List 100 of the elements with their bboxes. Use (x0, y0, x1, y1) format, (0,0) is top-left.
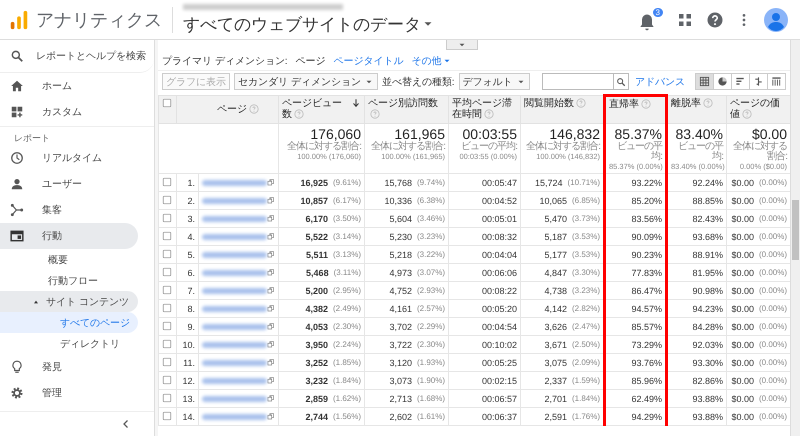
search-button[interactable] (613, 74, 628, 89)
help-icon[interactable] (706, 10, 724, 28)
open-external-icon[interactable] (267, 268, 275, 277)
nav-item[interactable]: 発見 (0, 354, 138, 380)
metric-value: 00:05:47 (482, 178, 517, 188)
nav-subitem[interactable]: すべてのページ (0, 312, 138, 333)
scrollbar[interactable] (790, 40, 800, 436)
metric-value: $0.00 (731, 214, 754, 224)
column-header[interactable]: ページの価値 (726, 96, 790, 124)
column-header[interactable]: ページ (176, 96, 278, 124)
row-checkbox-icon[interactable] (162, 356, 172, 366)
nav-item[interactable]: 集客 (0, 197, 138, 223)
column-header[interactable]: 閲覧開始数 (520, 96, 604, 124)
metric-value: 10,065 (539, 196, 567, 206)
row-number: 1. (176, 174, 198, 192)
nav-item[interactable]: カスタム (0, 99, 138, 125)
metric-share: (3.50%) (332, 214, 361, 223)
open-external-icon[interactable] (267, 322, 275, 331)
open-external-icon[interactable] (267, 304, 275, 313)
metric-value: 5,230 (389, 232, 412, 242)
nav-subitem[interactable]: ディレクトリ (0, 333, 138, 354)
metric-share: (3.22%) (416, 250, 445, 259)
row-checkbox-icon[interactable] (162, 266, 172, 276)
lightbulb-icon (10, 360, 24, 374)
row-checkbox-icon[interactable] (162, 302, 172, 312)
nav-subgroup[interactable]: サイト コンテンツ (0, 291, 138, 312)
column-header[interactable]: 離脱率 (666, 96, 726, 124)
metric-share: (3.46%) (416, 214, 445, 223)
nav-subitem[interactable]: 概要 (0, 249, 138, 270)
metric-share: (1.68%) (416, 394, 445, 403)
help-icon (484, 109, 494, 120)
open-external-icon[interactable] (267, 250, 275, 259)
avatar-icon[interactable] (764, 8, 788, 32)
dimension-option[interactable]: その他 (412, 54, 452, 68)
table-search-field[interactable] (542, 73, 629, 90)
open-external-icon[interactable] (267, 196, 275, 205)
open-external-icon[interactable] (267, 412, 275, 421)
open-external-icon[interactable] (267, 286, 275, 295)
metric-share: (0.00%) (758, 412, 787, 421)
column-header[interactable]: ページ別訪問数 (364, 96, 448, 124)
nav-item[interactable]: 行動 (0, 223, 138, 249)
sort-type-dropdown[interactable]: デフォルト (458, 73, 530, 90)
metric-share: (0.00%) (758, 268, 787, 277)
row-checkbox-icon[interactable] (162, 230, 172, 240)
metric-share: (2.93%) (416, 286, 445, 295)
open-external-icon[interactable] (267, 214, 275, 223)
dimension-option[interactable]: ページタイトル (334, 54, 404, 68)
row-number: 12. (176, 372, 198, 390)
open-external-icon[interactable] (267, 394, 275, 403)
metric-share: (9.74%) (416, 178, 445, 187)
open-external-icon[interactable] (267, 178, 275, 187)
dimension-option[interactable]: ページ (296, 54, 326, 68)
metric-value: 2,591 (544, 412, 567, 422)
metric-value: 4,053 (305, 322, 328, 332)
advanced-link[interactable]: アドバンス (635, 74, 685, 88)
metric-value: 10,336 (384, 196, 412, 206)
notifications-button[interactable]: 3 (637, 7, 664, 32)
row-checkbox-icon[interactable] (162, 176, 172, 186)
metric-value: 93.30% (692, 358, 723, 368)
row-number: 3. (176, 210, 198, 228)
nav-subitem[interactable]: 行動フロー (0, 270, 138, 291)
metric-value: 88.85% (692, 196, 723, 206)
row-checkbox-icon[interactable] (162, 338, 172, 348)
open-external-icon[interactable] (267, 340, 275, 349)
view-toggle-button[interactable] (696, 74, 713, 89)
nav-item[interactable]: 管理 (0, 380, 138, 406)
row-checkbox-icon[interactable] (162, 194, 172, 204)
nav-item[interactable]: ホーム (0, 73, 138, 99)
nav-item[interactable]: リアルタイム (0, 145, 138, 171)
column-header[interactable]: 直帰率 (604, 96, 666, 124)
row-checkbox-icon[interactable] (162, 248, 172, 258)
metric-value: 84.28% (692, 322, 723, 332)
collapse-chart-toggle[interactable] (446, 40, 478, 50)
checkbox-icon[interactable] (162, 98, 172, 108)
property-selector[interactable]: すべてのウェブサイトのデータ (183, 12, 435, 36)
nav-item[interactable]: ユーザー (0, 171, 138, 197)
row-checkbox-icon[interactable] (162, 212, 172, 222)
row-checkbox-icon[interactable] (162, 320, 172, 330)
metric-value: 90.23% (631, 250, 662, 260)
person-icon (10, 177, 24, 191)
metric-share: (2.30%) (332, 322, 361, 331)
metric-value: 93.88% (692, 394, 723, 404)
metric-share: (3.11%) (334, 268, 361, 277)
metric-share: (2.24%) (332, 340, 361, 349)
open-external-icon[interactable] (267, 376, 275, 385)
open-external-icon[interactable] (267, 358, 275, 367)
column-header[interactable]: ページビュー数 (278, 96, 364, 124)
row-checkbox-icon[interactable] (162, 392, 172, 402)
metric-value: 3,075 (544, 358, 567, 368)
secondary-dimension-dropdown[interactable]: セカンダリ ディメンション (234, 73, 378, 90)
open-external-icon[interactable] (267, 232, 275, 241)
metric-value: 93.76% (631, 358, 662, 368)
metric-value: 5,468 (306, 268, 329, 278)
row-checkbox-icon[interactable] (162, 284, 172, 294)
metric-share: (2.82%) (572, 304, 600, 313)
row-checkbox-icon[interactable] (162, 374, 172, 384)
row-checkbox-icon[interactable] (162, 410, 172, 420)
metric-share: (0.00%) (758, 394, 787, 403)
column-header[interactable]: 平均ページ滞在時間 (448, 96, 520, 124)
search-reports-button[interactable]: レポートとヘルプを検索 (0, 40, 154, 73)
